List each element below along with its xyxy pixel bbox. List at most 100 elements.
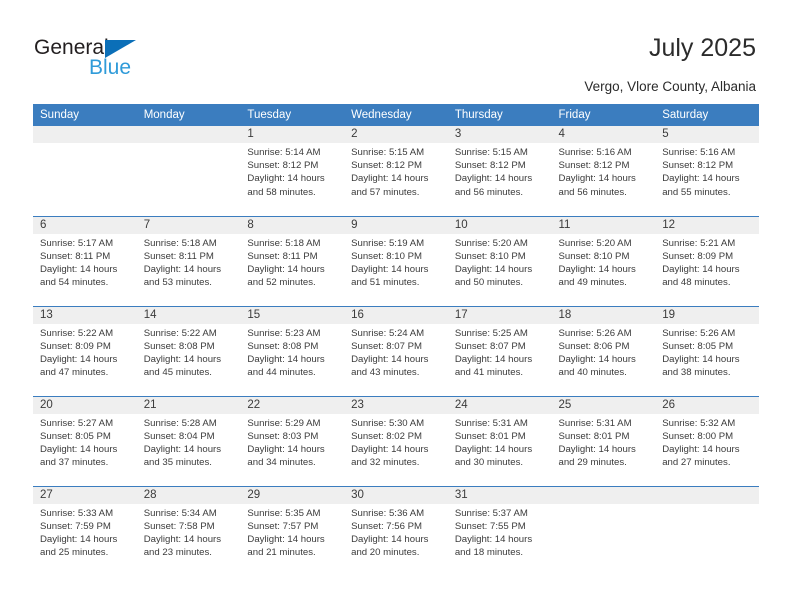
page-title: July 2025 — [648, 34, 756, 62]
sunrise-text: Sunrise: 5:32 AM — [662, 417, 736, 429]
day-cell-content: 24 Sunrise: 5:31 AM Sunset: 8:01 PM Dayligh… — [447, 396, 552, 486]
sunset-text: Sunset: 8:08 PM — [247, 340, 319, 352]
sunrise-text: Sunrise: 5:37 AM — [454, 507, 528, 519]
sunset-text: Sunset: 8:07 PM — [454, 340, 526, 352]
weekday-header-wednesday: Wednesday — [344, 104, 448, 126]
brand-logo[interactable]: General Blue — [34, 36, 234, 86]
day-number: 23 — [344, 396, 448, 414]
day-cell-content: 21 Sunrise: 5:28 AM Sunset: 8:04 PM Dayligh… — [136, 396, 241, 486]
sunset-text: Sunset: 8:10 PM — [454, 250, 526, 262]
daylight-text-line1: Daylight: 14 hours — [558, 443, 636, 455]
day-cell-content — [33, 126, 137, 215]
calendar-day-cell[interactable]: 29 Sunrise: 5:35 AM Sunset: 7:57 PM Dayligh… — [240, 485, 345, 576]
calendar-day-cell[interactable]: 30 Sunrise: 5:36 AM Sunset: 7:56 PM Dayligh… — [344, 485, 448, 576]
calendar-day-cell[interactable]: 20 Sunrise: 5:27 AM Sunset: 8:05 PM Dayligh… — [33, 395, 137, 486]
day-number: 6 — [33, 216, 137, 234]
daylight-text-line2: and 25 minutes. — [40, 547, 109, 559]
day-cell-content: 28 Sunrise: 5:34 AM Sunset: 7:58 PM Dayligh… — [136, 486, 241, 576]
calendar-day-cell[interactable]: 31 Sunrise: 5:37 AM Sunset: 7:55 PM Dayligh… — [447, 485, 552, 576]
day-number: 22 — [240, 396, 345, 414]
daylight-text-line2: and 56 minutes. — [454, 186, 524, 198]
sunrise-text: Sunrise: 5:26 AM — [558, 327, 632, 339]
sunset-text: Sunset: 7:57 PM — [247, 520, 319, 532]
calendar-day-cell[interactable]: 17 Sunrise: 5:25 AM Sunset: 8:07 PM Dayligh… — [447, 305, 552, 396]
calendar-day-cell[interactable]: 10 Sunrise: 5:20 AM Sunset: 8:10 PM Dayligh… — [447, 215, 552, 306]
day-cell-content: 17 Sunrise: 5:25 AM Sunset: 8:07 PM Dayligh… — [447, 306, 552, 396]
day-number: 9 — [344, 216, 448, 234]
daylight-text-line2: and 21 minutes. — [247, 547, 316, 559]
sunset-text: Sunset: 7:58 PM — [143, 520, 215, 532]
calendar-week-row: 13 Sunrise: 5:22 AM Sunset: 8:09 PM Dayligh… — [33, 305, 759, 396]
calendar-day-cell[interactable]: 14 Sunrise: 5:22 AM Sunset: 8:08 PM Dayligh… — [136, 305, 241, 396]
daylight-text-line1: Daylight: 14 hours — [351, 263, 429, 275]
calendar-day-cell[interactable]: 28 Sunrise: 5:34 AM Sunset: 7:58 PM Dayligh… — [136, 485, 241, 576]
calendar-day-cell[interactable]: 12 Sunrise: 5:21 AM Sunset: 8:09 PM Dayligh… — [655, 215, 759, 306]
calendar-day-cell[interactable]: 27 Sunrise: 5:33 AM Sunset: 7:59 PM Dayligh… — [33, 485, 137, 576]
day-sun-info: Sunrise: 5:15 AM Sunset: 8:12 PM Daylight:… — [344, 143, 448, 199]
day-sun-info: Sunrise: 5:18 AM Sunset: 8:11 PM Daylight:… — [137, 234, 241, 290]
calendar-day-cell[interactable]: 1 Sunrise: 5:14 AM Sunset: 8:12 PM Daylight… — [240, 126, 345, 216]
sunrise-text: Sunrise: 5:20 AM — [454, 237, 528, 249]
daylight-text-line1: Daylight: 14 hours — [454, 353, 533, 365]
daylight-text-line1: Daylight: 14 hours — [662, 353, 740, 365]
calendar-week-row: 1 Sunrise: 5:14 AM Sunset: 8:12 PM Daylight… — [33, 126, 759, 216]
day-sun-info: Sunrise: 5:20 AM Sunset: 8:10 PM Daylight:… — [552, 234, 656, 290]
sunrise-text: Sunrise: 5:25 AM — [454, 327, 528, 339]
brand-name-blue: Blue — [89, 56, 132, 79]
daylight-text-line1: Daylight: 14 hours — [247, 443, 325, 455]
day-sun-info: Sunrise: 5:35 AM Sunset: 7:57 PM Daylight:… — [240, 504, 344, 560]
calendar-day-cell[interactable]: 7 Sunrise: 5:18 AM Sunset: 8:11 PM Daylight… — [136, 215, 241, 306]
calendar-day-cell[interactable]: 5 Sunrise: 5:16 AM Sunset: 8:12 PM Daylight… — [655, 126, 759, 216]
calendar-day-cell[interactable]: 22 Sunrise: 5:29 AM Sunset: 8:03 PM Dayligh… — [240, 395, 345, 486]
calendar-day-cell[interactable]: 25 Sunrise: 5:31 AM Sunset: 8:01 PM Dayligh… — [551, 395, 656, 486]
calendar-day-cell[interactable]: 23 Sunrise: 5:30 AM Sunset: 8:02 PM Dayligh… — [344, 395, 448, 486]
day-sun-info: Sunrise: 5:36 AM Sunset: 7:56 PM Daylight:… — [344, 504, 448, 560]
sunset-text: Sunset: 8:05 PM — [40, 430, 111, 442]
sunrise-text: Sunrise: 5:22 AM — [40, 327, 114, 339]
sunset-text: Sunset: 8:11 PM — [143, 250, 214, 262]
sunset-text: Sunset: 8:10 PM — [558, 250, 630, 262]
daylight-text-line2: and 41 minutes. — [454, 367, 524, 379]
calendar-day-cell[interactable]: 4 Sunrise: 5:16 AM Sunset: 8:12 PM Daylight… — [551, 126, 656, 216]
calendar-day-cell[interactable]: 24 Sunrise: 5:31 AM Sunset: 8:01 PM Dayligh… — [447, 395, 552, 486]
calendar-table: Sunday Monday Tuesday Wednesday Thursday… — [33, 104, 759, 576]
calendar-day-cell[interactable]: 9 Sunrise: 5:19 AM Sunset: 8:10 PM Daylight… — [344, 215, 448, 306]
day-cell-content: 22 Sunrise: 5:29 AM Sunset: 8:03 PM Dayligh… — [240, 396, 345, 486]
sunrise-text: Sunrise: 5:29 AM — [247, 417, 321, 429]
day-sun-info: Sunrise: 5:21 AM Sunset: 8:09 PM Daylight:… — [655, 234, 759, 290]
calendar-day-cell[interactable]: 11 Sunrise: 5:20 AM Sunset: 8:10 PM Dayligh… — [551, 215, 656, 306]
day-cell-content: 19 Sunrise: 5:26 AM Sunset: 8:05 PM Dayligh… — [655, 306, 759, 396]
calendar-day-cell[interactable]: 15 Sunrise: 5:23 AM Sunset: 8:08 PM Dayligh… — [240, 305, 345, 396]
calendar-day-cell[interactable]: 16 Sunrise: 5:24 AM Sunset: 8:07 PM Dayligh… — [344, 305, 448, 396]
daylight-text-line2: and 49 minutes. — [558, 277, 627, 289]
daylight-text-line1: Daylight: 14 hours — [143, 443, 222, 455]
calendar-week-row: 6 Sunrise: 5:17 AM Sunset: 8:11 PM Daylight… — [33, 215, 759, 306]
day-number: 31 — [447, 486, 552, 504]
sunrise-text: Sunrise: 5:16 AM — [558, 147, 632, 158]
calendar-day-cell[interactable]: 26 Sunrise: 5:32 AM Sunset: 8:00 PM Dayligh… — [655, 395, 759, 486]
calendar-day-cell[interactable]: 13 Sunrise: 5:22 AM Sunset: 8:09 PM Dayligh… — [33, 305, 137, 396]
sunset-text: Sunset: 8:08 PM — [143, 340, 215, 352]
day-cell-content: 4 Sunrise: 5:16 AM Sunset: 8:12 PM Daylight… — [551, 126, 656, 215]
sunset-text: Sunset: 7:55 PM — [454, 520, 526, 532]
day-sun-info: Sunrise: 5:16 AM Sunset: 8:12 PM Daylight:… — [552, 143, 656, 199]
day-number: 21 — [136, 396, 241, 414]
calendar-day-cell[interactable]: 3 Sunrise: 5:15 AM Sunset: 8:12 PM Daylight… — [447, 126, 552, 216]
sunrise-text: Sunrise: 5:15 AM — [351, 147, 425, 158]
day-sun-info: Sunrise: 5:26 AM Sunset: 8:05 PM Daylight:… — [655, 324, 759, 380]
page-subtitle: Vergo, Vlore County, Albania — [584, 79, 756, 94]
sunset-text: Sunset: 8:07 PM — [351, 340, 423, 352]
daylight-text-line2: and 30 minutes. — [454, 457, 524, 469]
calendar-day-cell[interactable]: 8 Sunrise: 5:18 AM Sunset: 8:11 PM Daylight… — [240, 215, 345, 306]
calendar-day-cell[interactable]: 6 Sunrise: 5:17 AM Sunset: 8:11 PM Daylight… — [33, 215, 137, 306]
daylight-text-line1: Daylight: 14 hours — [143, 263, 222, 275]
day-sun-info: Sunrise: 5:25 AM Sunset: 8:07 PM Daylight:… — [448, 324, 552, 380]
calendar-day-cell[interactable]: 18 Sunrise: 5:26 AM Sunset: 8:06 PM Dayligh… — [551, 305, 656, 396]
calendar-day-cell[interactable]: 2 Sunrise: 5:15 AM Sunset: 8:12 PM Daylight… — [344, 126, 448, 216]
sunset-text: Sunset: 8:09 PM — [662, 250, 734, 262]
calendar-day-cell[interactable]: 19 Sunrise: 5:26 AM Sunset: 8:05 PM Dayligh… — [655, 305, 759, 396]
calendar-day-cell[interactable]: 21 Sunrise: 5:28 AM Sunset: 8:04 PM Dayligh… — [136, 395, 241, 486]
calendar-day-cell-empty — [136, 126, 241, 216]
day-cell-content: 14 Sunrise: 5:22 AM Sunset: 8:08 PM Dayligh… — [136, 306, 241, 396]
daylight-text-line1: Daylight: 14 hours — [40, 533, 118, 545]
